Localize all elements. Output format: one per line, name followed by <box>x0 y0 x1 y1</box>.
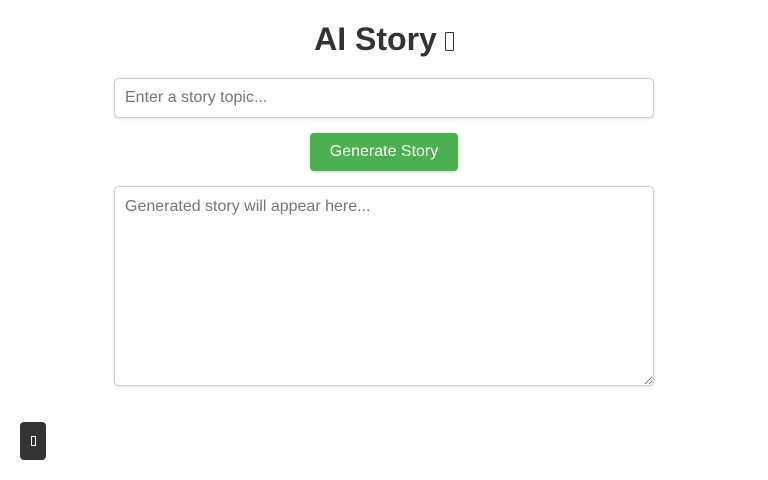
page: AI Story Generate Story <box>0 0 768 480</box>
page-title: AI Story <box>0 20 768 58</box>
missing-glyph-icon <box>444 32 454 51</box>
theme-toggle-button[interactable] <box>20 422 46 460</box>
story-output-textarea[interactable] <box>114 186 654 386</box>
theme-toggle-icon <box>31 436 36 446</box>
page-title-text: AI Story <box>314 21 437 57</box>
topic-input[interactable] <box>114 78 654 118</box>
generate-story-button[interactable]: Generate Story <box>310 133 458 171</box>
